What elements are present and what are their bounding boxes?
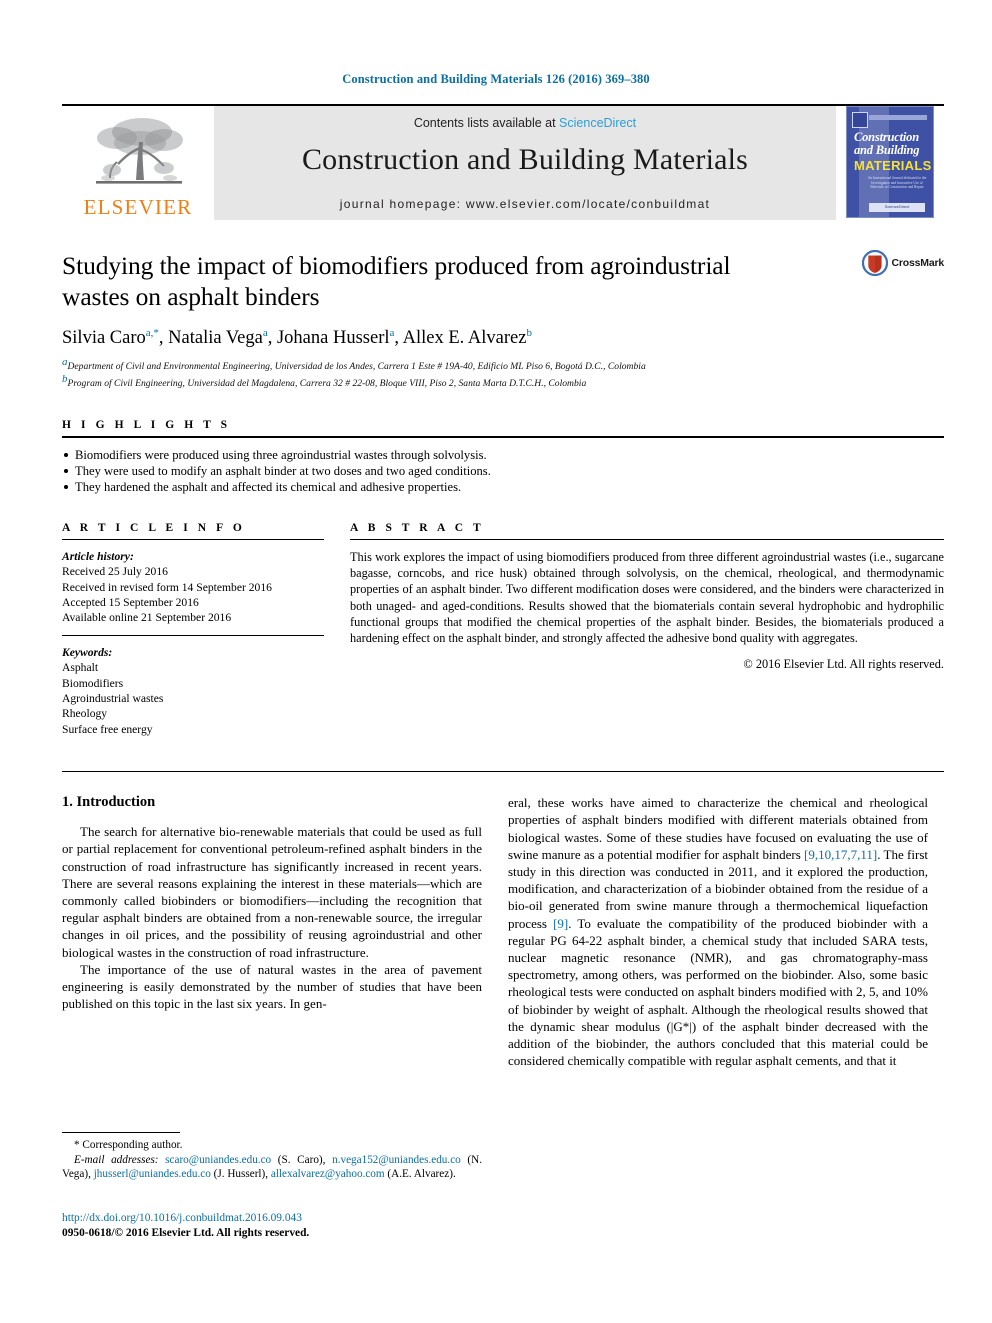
cover-badge-icon [852, 112, 868, 128]
email-link[interactable]: allexalvarez@yahoo.com [271, 1168, 385, 1180]
affiliation-text: Department of Civil and Environmental En… [67, 361, 646, 373]
corresponding-author-note: * Corresponding author. [74, 1139, 183, 1151]
footnote-block: * Corresponding author. E-mail addresses… [62, 1132, 482, 1182]
body-divider-rule [62, 771, 944, 773]
author-marks: a [262, 327, 268, 339]
author-marks: a [389, 327, 395, 339]
body-column-right: eral, these works have aimed to characte… [508, 794, 928, 1069]
crossmark-label: CrossMark [891, 257, 945, 269]
info-abstract-section: A R T I C L E I N F O Article history: R… [62, 522, 944, 737]
page-title: Studying the impact of biomodifiers prod… [62, 251, 731, 311]
issn-copyright-line: 0950-0618/© 2016 Elsevier Ltd. All right… [62, 1226, 310, 1239]
email-person: (S. Caro) [277, 1153, 323, 1166]
email-addresses-label: E-mail addresses: [74, 1153, 159, 1166]
keywords-block: Keywords: Asphalt Biomodifiers Agroindus… [62, 636, 324, 737]
keyword-item: Rheology [62, 707, 108, 721]
author-name[interactable]: Natalia Vega [168, 328, 263, 348]
affiliation-text: Program of Civil Engineering, Universida… [67, 378, 587, 390]
contents-available-line: Contents lists available at ScienceDirec… [414, 116, 636, 130]
author-name[interactable]: Allex E. Alvarez [403, 328, 527, 348]
journal-title: Construction and Building Materials [301, 143, 749, 176]
affiliation-item: bProgram of Civil Engineering, Universid… [62, 373, 944, 390]
journal-cover-image: Construction and Building MATERIALS An I… [846, 106, 934, 218]
affiliation-item: aDepartment of Civil and Environmental E… [62, 356, 944, 373]
list-item: Biomodifiers were produced using three a… [62, 447, 944, 463]
elsevier-logo: ELSEVIER [62, 106, 214, 220]
list-item: They hardened the asphalt and affected i… [62, 479, 944, 495]
article-history-label: Article history: [62, 549, 134, 563]
crossmark-icon [861, 250, 888, 276]
email-person: (J. Husserl) [213, 1168, 266, 1181]
paper-page: Construction and Building Materials 126 … [0, 0, 992, 1323]
citation-ref[interactable]: [9,10,17,7,11] [804, 847, 877, 862]
elsevier-wordmark: ELSEVIER [83, 195, 193, 219]
title-block: Studying the impact of biomodifiers prod… [62, 250, 944, 391]
keyword-item: Surface free energy [62, 722, 153, 736]
history-item: Received in revised form 14 September 20… [62, 580, 272, 594]
doi-link[interactable]: http://dx.doi.org/10.1016/j.conbuildmat.… [62, 1211, 492, 1226]
email-addresses-note: E-mail addresses: scaro@uniandes.edu.co … [62, 1153, 483, 1181]
paragraph-part: . To evaluate the compatibility of the p… [508, 915, 928, 1069]
cover-topbar [869, 115, 927, 120]
article-history-block: Article history: Received 25 July 2016 R… [62, 540, 324, 626]
elsevier-tree-icon [96, 118, 183, 184]
abstract-copyright: © 2016 Elsevier Ltd. All rights reserved… [743, 656, 944, 671]
history-item: Available online 21 September 2016 [62, 611, 232, 625]
email-link[interactable]: jhusserl@uniandes.edu.co [94, 1168, 211, 1180]
email-link[interactable]: scaro@uniandes.edu.co [165, 1154, 271, 1166]
running-head: Construction and Building Materials 126 … [342, 72, 650, 86]
body-column-left: 1. Introduction The search for alternati… [62, 794, 482, 1069]
footnote-rule [62, 1132, 180, 1133]
journal-homepage[interactable]: journal homepage: www.elsevier.com/locat… [340, 197, 710, 211]
cover-title-line2: and Building [854, 143, 920, 157]
journal-masthead: ELSEVIER Contents lists available at Sci… [62, 104, 944, 220]
keywords-label: Keywords: [62, 645, 113, 659]
section-heading-introduction: 1. Introduction [62, 794, 156, 811]
paragraph: The search for alternative bio-renewable… [62, 824, 482, 960]
paragraph: The importance of the use of natural was… [62, 961, 482, 1012]
crossmark-badge[interactable]: CrossMark [861, 250, 945, 276]
email-link[interactable]: n.vega152@uniandes.edu.co [332, 1154, 461, 1166]
contents-prefix: Contents lists available at [413, 116, 560, 130]
paragraph: eral, these works have aimed to characte… [508, 794, 928, 1069]
highlights-list: Biomodifiers were produced using three a… [62, 447, 944, 496]
author-marks: a,* [145, 327, 159, 339]
abstract-text: This work explores the impact of using b… [350, 549, 944, 646]
keyword-item: Biomodifiers [62, 676, 124, 690]
highlights-label: H I G H L I G H T S [62, 418, 231, 431]
keyword-item: Asphalt [62, 661, 99, 675]
affiliation-list: aDepartment of Civil and Environmental E… [62, 356, 944, 390]
highlights-rule [62, 435, 944, 438]
masthead-center: Contents lists available at ScienceDirec… [214, 106, 836, 220]
doi-block: http://dx.doi.org/10.1016/j.conbuildmat.… [62, 1211, 492, 1240]
history-item: Accepted 15 September 2016 [62, 595, 199, 609]
body-columns: 1. Introduction The search for alternati… [62, 794, 944, 1069]
list-item: They were used to modify an asphalt bind… [62, 463, 944, 479]
cover-blurb: An International Journal dedicated to th… [867, 176, 927, 190]
email-person: (A.E. Alvarez) [387, 1168, 453, 1181]
history-item: Received 25 July 2016 [62, 565, 168, 579]
keyword-item: Agroindustrial wastes [62, 692, 164, 705]
article-info-label: A R T I C L E I N F O [62, 521, 246, 534]
author-name[interactable]: Johana Husserl [277, 328, 390, 348]
author-marks: b [526, 327, 532, 339]
author-list: Silvia Caroa,*, Natalia Vegaa, Johana Hu… [62, 327, 532, 349]
highlights-section: H I G H L I G H T S Biomodifiers were pr… [62, 419, 944, 496]
abstract-label: A B S T R A C T [350, 521, 485, 534]
cover-footer-text: ScienceDirect [884, 204, 910, 209]
abstract-column: A B S T R A C T This work explores the i… [350, 522, 944, 737]
article-info-column: A R T I C L E I N F O Article history: R… [62, 522, 324, 737]
citation-ref[interactable]: [9] [553, 916, 568, 931]
cover-title-line3: MATERIALS [854, 158, 932, 173]
author-name[interactable]: Silvia Caro [62, 328, 146, 348]
sciencedirect-link[interactable]: ScienceDirect [559, 116, 636, 130]
cover-footer-bar: ScienceDirect [869, 203, 925, 212]
journal-cover-thumbnail[interactable]: Construction and Building MATERIALS An I… [846, 106, 944, 220]
